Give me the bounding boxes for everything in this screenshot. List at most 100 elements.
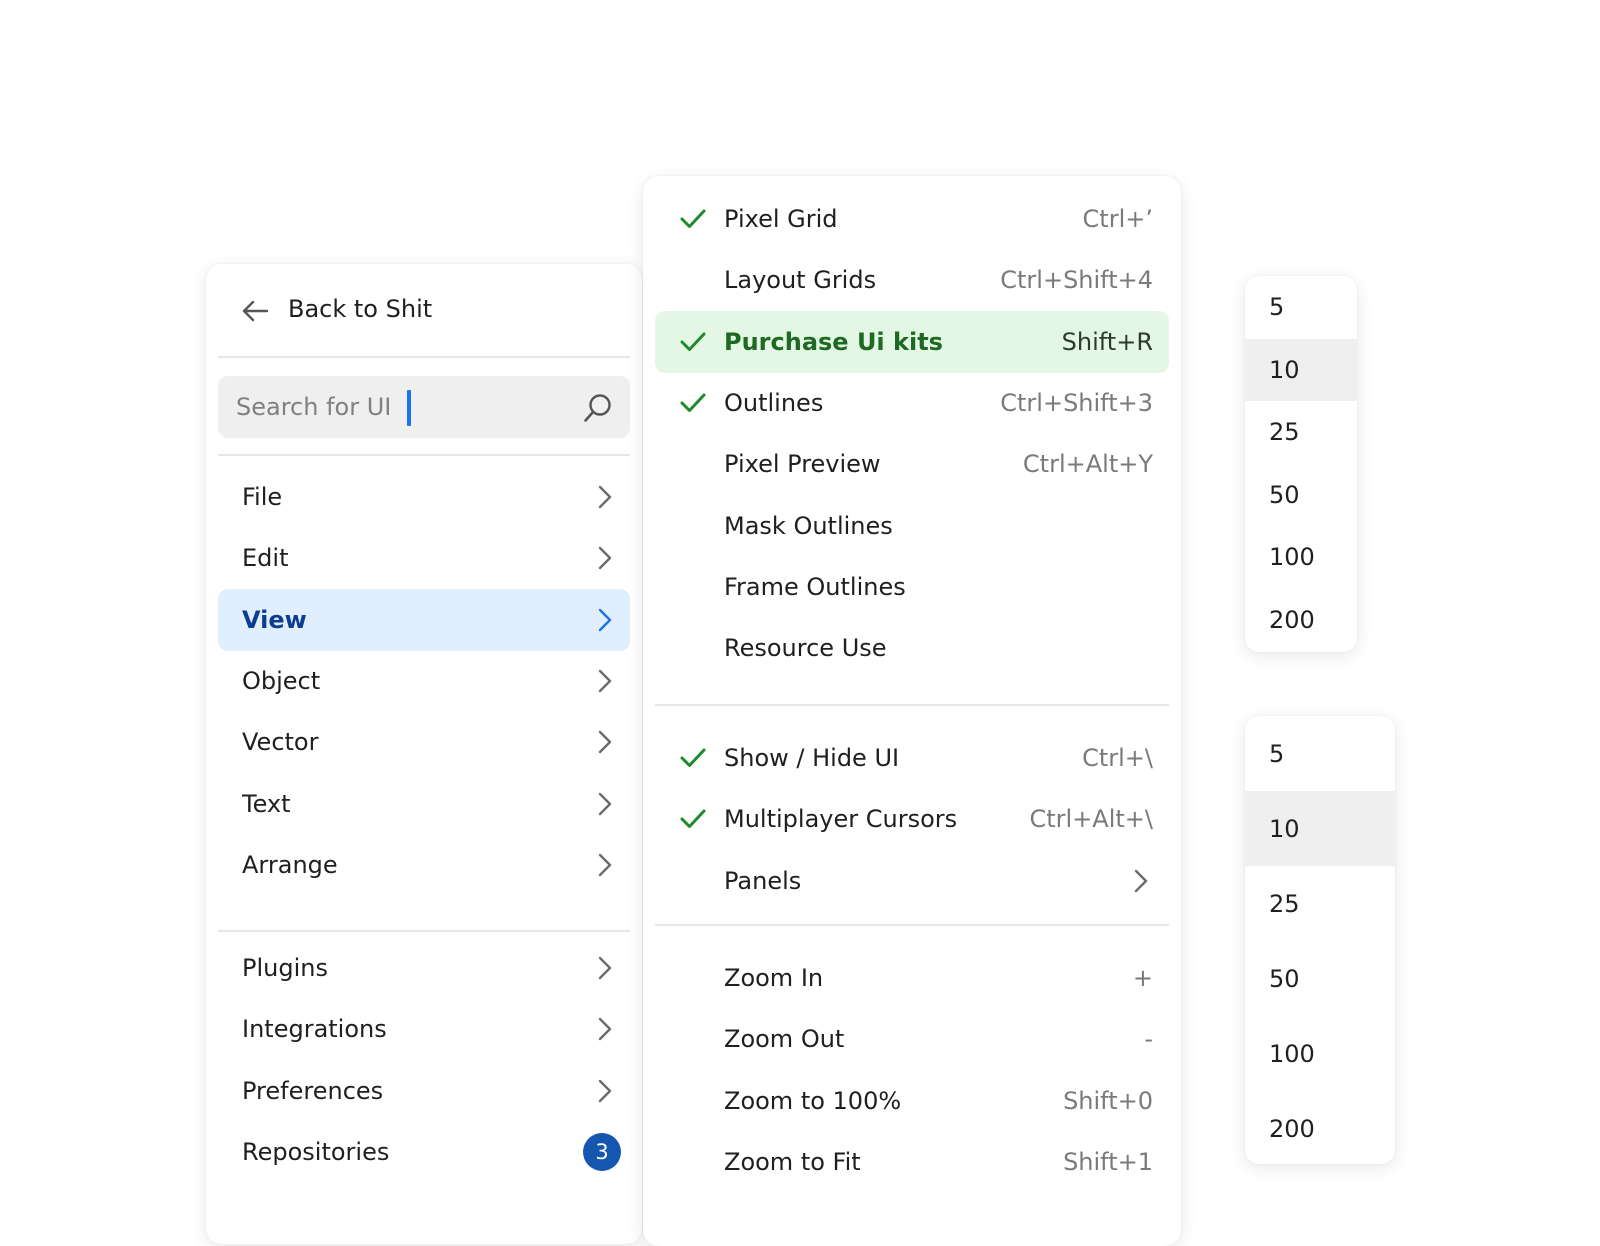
option-label: Zoom to Fit	[724, 1147, 861, 1176]
number-label: 10	[1269, 814, 1300, 843]
menu-item-repositories[interactable]: Repositories 3	[218, 1121, 630, 1183]
main-menu-panel: Back to Shit File Edit View Object Vector Tex…	[206, 264, 642, 1244]
view-option-show-hide-ui[interactable]: Show / Hide UI Ctrl+\	[655, 727, 1169, 789]
menu-item-label: Repositories	[242, 1137, 390, 1166]
number-option[interactable]: 25	[1245, 401, 1357, 464]
menu-item-file[interactable]: File	[218, 466, 630, 528]
chevron-right-icon	[598, 669, 612, 693]
keyboard-shortcut: +	[1132, 964, 1153, 992]
menu-item-label: File	[242, 483, 283, 511]
menu-item-preferences[interactable]: Preferences	[218, 1060, 630, 1122]
menu-item-label: Object	[242, 666, 321, 695]
view-option-zoom-to-100[interactable]: Zoom to 100% Shift+0	[655, 1070, 1169, 1132]
option-label: Pixel Preview	[724, 450, 881, 479]
search-icon[interactable]	[582, 392, 614, 424]
menu-item-edit[interactable]: Edit	[218, 527, 630, 589]
view-option-zoom-in[interactable]: Zoom In +	[655, 947, 1169, 1009]
view-option-pixel-grid[interactable]: Pixel Grid Ctrl+’	[655, 188, 1169, 250]
chevron-right-icon	[598, 1018, 612, 1041]
divider	[218, 930, 630, 932]
number-option[interactable]: 25	[1245, 866, 1395, 941]
number-label: 100	[1269, 1039, 1315, 1068]
menu-item-label: View	[242, 605, 307, 634]
number-label: 10	[1269, 355, 1300, 384]
keyboard-shortcut: Ctrl+Shift+3	[1000, 388, 1153, 417]
view-option-zoom-out[interactable]: Zoom Out -	[655, 1008, 1169, 1070]
menu-item-label: Text	[242, 789, 291, 818]
number-label: 200	[1269, 1114, 1315, 1143]
option-label: Mask Outlines	[724, 511, 893, 540]
chevron-right-icon	[598, 792, 612, 815]
option-label: Purchase Ui kits	[724, 327, 943, 356]
menu-item-plugins[interactable]: Plugins	[218, 937, 630, 999]
view-option-frame-outlines[interactable]: Frame Outlines	[655, 556, 1169, 618]
menu-item-label: Preferences	[242, 1076, 384, 1105]
checkmark-icon	[680, 748, 706, 767]
view-option-multiplayer-cursors[interactable]: Multiplayer Cursors Ctrl+Alt+\	[655, 788, 1169, 850]
number-option[interactable]: 50	[1245, 941, 1395, 1016]
text-caret	[407, 390, 411, 426]
back-button[interactable]: Back to Shit	[206, 264, 642, 356]
menu-item-object[interactable]: Object	[218, 650, 630, 712]
keyboard-shortcut: Shift+R	[1061, 327, 1153, 356]
number-option[interactable]: 5	[1245, 716, 1395, 791]
option-label: Multiplayer Cursors	[724, 805, 958, 834]
number-option[interactable]: 50	[1245, 464, 1357, 527]
number-option[interactable]: 10	[1245, 338, 1357, 401]
checkmark-icon	[680, 393, 706, 412]
keyboard-shortcut: Ctrl+\	[1082, 744, 1153, 772]
number-option[interactable]: 5	[1245, 276, 1357, 339]
menu-item-text[interactable]: Text	[218, 773, 630, 835]
menu-item-vector[interactable]: Vector	[218, 711, 630, 773]
menu-item-integrations[interactable]: Integrations	[218, 998, 630, 1060]
view-option-zoom-to-fit[interactable]: Zoom to Fit Shift+1	[655, 1131, 1169, 1193]
menu-item-label: Integrations	[242, 1015, 387, 1044]
menu-item-view[interactable]: View	[218, 588, 630, 651]
chevron-right-icon	[598, 730, 612, 754]
number-option[interactable]: 200	[1245, 589, 1357, 652]
arrow-left-icon	[242, 300, 269, 322]
number-label: 5	[1269, 293, 1285, 322]
number-label: 100	[1269, 543, 1315, 572]
checkmark-icon	[680, 209, 706, 228]
number-label: 50	[1269, 480, 1300, 509]
number-option[interactable]: 200	[1245, 1091, 1395, 1164]
chevron-right-icon	[598, 1079, 612, 1102]
chevron-right-icon	[598, 608, 612, 631]
option-label: Layout Grids	[724, 266, 877, 295]
menu-item-label: Plugins	[242, 954, 328, 982]
keyboard-shortcut: Ctrl+Shift+4	[1000, 266, 1153, 295]
menu-item-arrange[interactable]: Arrange	[218, 834, 630, 896]
view-option-outlines[interactable]: Outlines Ctrl+Shift+3	[655, 372, 1169, 434]
option-label: Zoom Out	[724, 1025, 845, 1054]
count-badge: 3	[583, 1132, 621, 1171]
number-option[interactable]: 10	[1245, 791, 1395, 866]
search-input[interactable]	[236, 376, 576, 438]
checkmark-icon	[680, 332, 706, 351]
divider	[655, 924, 1169, 926]
option-label: Outlines	[724, 388, 824, 417]
keyboard-shortcut: -	[1144, 1025, 1153, 1054]
number-option[interactable]: 100	[1245, 526, 1357, 589]
view-option-pixel-preview[interactable]: Pixel Preview Ctrl+Alt+Y	[655, 433, 1169, 495]
number-label: 5	[1269, 739, 1285, 768]
number-option[interactable]: 100	[1245, 1016, 1395, 1091]
option-label: Resource Use	[724, 634, 887, 663]
view-option-panels[interactable]: Panels	[655, 850, 1169, 912]
chevron-right-icon	[598, 853, 612, 876]
view-option-mask-outlines[interactable]: Mask Outlines	[655, 495, 1169, 557]
view-option-resource-use[interactable]: Resource Use	[655, 617, 1169, 679]
keyboard-shortcut: Ctrl+’	[1082, 205, 1153, 233]
option-label: Show / Hide UI	[724, 744, 900, 772]
menu-item-label: Vector	[242, 728, 319, 757]
divider	[218, 356, 630, 358]
view-option-purchase-ui-kits[interactable]: Purchase Ui kits Shift+R	[655, 310, 1169, 373]
view-option-layout-grids[interactable]: Layout Grids Ctrl+Shift+4	[655, 249, 1169, 311]
option-label: Zoom to 100%	[724, 1086, 902, 1115]
number-label: 25	[1269, 889, 1300, 918]
menu-item-label: Arrange	[242, 850, 338, 879]
number-label: 25	[1269, 418, 1300, 447]
search-field[interactable]	[218, 376, 630, 438]
keyboard-shortcut: Ctrl+Alt+\	[1029, 805, 1153, 834]
chevron-right-icon	[1134, 869, 1148, 892]
